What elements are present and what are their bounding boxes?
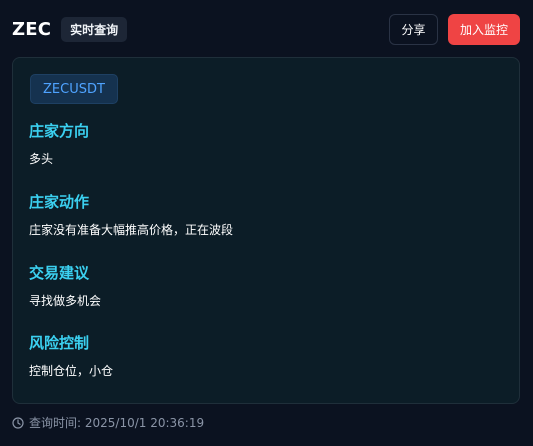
trading-pair-chip: ZECUSDT <box>30 74 118 104</box>
analysis-card: ZECUSDT 庄家方向 多头 庄家动作 庄家没有准备大幅推高价格，正在波段 交… <box>12 57 520 404</box>
section-title: 风险控制 <box>29 334 90 352</box>
section-title: 庄家动作 <box>29 193 90 211</box>
section-direction: 庄家方向 多头 <box>29 121 89 167</box>
section-text: 多头 <box>29 152 54 166</box>
section-text: 寻找做多机会 <box>29 294 102 308</box>
symbol-title: ZEC <box>12 18 52 40</box>
query-time-text: 查询时间: 2025/10/1 20:36:19 <box>29 416 205 430</box>
realtime-query-badge: 实时查询 <box>61 16 128 42</box>
section-action: 庄家动作 庄家没有准备大幅推高价格，正在波段 <box>29 192 233 238</box>
section-advice: 交易建议 寻找做多机会 <box>29 263 101 309</box>
add-monitor-button[interactable]: 加入监控 <box>448 13 520 45</box>
clock-icon <box>12 417 24 429</box>
section-text: 控制仓位，小仓 <box>29 364 114 378</box>
header: ZEC 实时查询 分享 加入监控 <box>12 13 520 45</box>
section-risk: 风险控制 控制仓位，小仓 <box>29 333 113 379</box>
section-title: 庄家方向 <box>29 122 90 140</box>
section-text: 庄家没有准备大幅推高价格，正在波段 <box>29 223 234 237</box>
share-button[interactable]: 分享 <box>389 13 438 45</box>
header-left: ZEC 实时查询 <box>12 16 128 42</box>
header-actions: 分享 加入监控 <box>389 13 520 45</box>
section-title: 交易建议 <box>29 264 90 282</box>
query-time-footer: 查询时间: 2025/10/1 20:36:19 <box>12 415 204 431</box>
